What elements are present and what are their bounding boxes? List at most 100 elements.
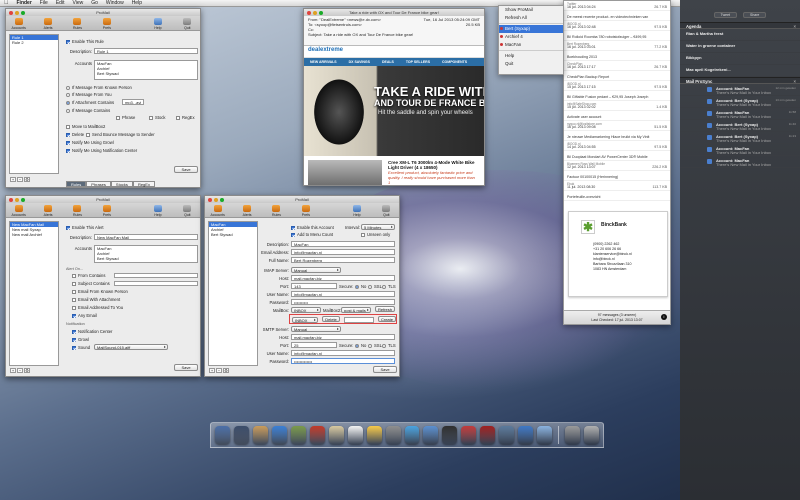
mail-list-item[interactable]: Bloemen Ross Wall Mobile 12 jul. 2013 13:… bbox=[564, 161, 670, 171]
list-item[interactable]: New mail Archief bbox=[10, 232, 58, 237]
addressed-checkbox[interactable] bbox=[72, 305, 76, 310]
dock-app-icon[interactable] bbox=[564, 426, 580, 444]
dock-app-icon[interactable] bbox=[423, 426, 439, 444]
smtp-no-radio[interactable] bbox=[355, 343, 359, 348]
unseen-row[interactable]: Unseen only bbox=[361, 232, 390, 237]
toolbar-quit-button[interactable]: Quit bbox=[179, 18, 196, 30]
new-mailbox-field[interactable] bbox=[344, 316, 374, 323]
mail-list-item[interactable]: iBOOD.nl 15 jul. 2013 17:15 97.5 KB bbox=[564, 81, 670, 91]
menu-count-row[interactable]: Add to Menu Count bbox=[291, 232, 333, 237]
phrase-checkbox[interactable] bbox=[116, 115, 120, 120]
mailbox2-popup[interactable]: post & mails bbox=[341, 307, 371, 313]
radio-known-person[interactable] bbox=[66, 85, 70, 90]
mail-list-item[interactable]: Activate user account bbox=[564, 111, 670, 121]
message-window-titlebar[interactable]: Take a ride with OX and Tour De France b… bbox=[304, 9, 484, 16]
alert-subject[interactable]: Subject Contains bbox=[72, 281, 110, 286]
mail-list-item[interactable]: iBOOD.nl 14 jul. 2013 04:55 97.5 KB bbox=[564, 141, 670, 151]
radio-message-contains[interactable] bbox=[66, 108, 70, 113]
dock-app-icon[interactable] bbox=[404, 426, 420, 444]
dock-app-icon[interactable] bbox=[442, 426, 458, 444]
menu-account-bert[interactable]: Bert (Syxap) bbox=[499, 25, 563, 33]
product-title[interactable]: Cree XM-L T6 3000lm 4-Mode White Bike Li… bbox=[388, 160, 474, 170]
tweet-button[interactable]: Tweet bbox=[713, 12, 737, 18]
smtp-secure-ssl[interactable]: SSL bbox=[368, 343, 382, 348]
info-icon[interactable]: i bbox=[661, 314, 667, 320]
alert-any[interactable]: Any Email bbox=[72, 313, 97, 318]
alert-known[interactable]: Email From Known Person bbox=[72, 289, 128, 294]
menu-account-macfan[interactable]: MacFan bbox=[499, 41, 563, 49]
dealextreme-logo[interactable]: dealextreme bbox=[308, 47, 343, 53]
smtp-password-field[interactable]: ••••••••••••• bbox=[291, 358, 395, 364]
action-nc[interactable]: Notify Me Using Notification Center bbox=[66, 148, 137, 153]
dock-app-icon[interactable] bbox=[233, 426, 249, 444]
secure-ssl-radio[interactable] bbox=[368, 284, 372, 289]
dock-app-icon[interactable] bbox=[347, 426, 363, 444]
bounce-checkbox[interactable] bbox=[86, 132, 90, 137]
remove-button[interactable]: − bbox=[216, 368, 222, 373]
email-field[interactable]: info@macfan.nl bbox=[291, 249, 395, 255]
mail-list-item[interactable]: Bil Giftable Fusion pedant – €29,95 Jose… bbox=[564, 91, 670, 101]
sound-popup[interactable]: MailSound-015.aiff bbox=[94, 344, 168, 350]
tab-regex[interactable]: RegEx bbox=[132, 181, 155, 187]
close-button[interactable] bbox=[9, 197, 13, 202]
mail-list-item[interactable]: nyquo.nl@lcsitstore.com 16 jul. 2013 09:0… bbox=[564, 121, 670, 131]
alerts-window-titlebar[interactable]: ProMail bbox=[6, 196, 200, 203]
save-button[interactable]: Save bbox=[174, 166, 198, 173]
from-field[interactable] bbox=[114, 273, 198, 278]
unseen-checkbox[interactable] bbox=[361, 232, 365, 237]
add-button[interactable]: + bbox=[10, 368, 16, 373]
sound-checkbox[interactable] bbox=[72, 345, 76, 350]
enable-alert-row[interactable]: Enable This Alert bbox=[66, 225, 104, 230]
mail-list-item[interactable]: Portefeuille-overzicht bbox=[564, 191, 670, 201]
notification-item[interactable]: Account: Bert (Syxap) There's New Mail in… bbox=[680, 132, 800, 144]
tab-stocks[interactable]: Stocks bbox=[110, 181, 133, 187]
alerts-list[interactable]: New MacFan Mail New mail Syxap New mail … bbox=[9, 221, 59, 366]
toolbar-rules-button[interactable]: Rules bbox=[268, 205, 285, 217]
rules-list[interactable]: Rule 1 Rule 2 bbox=[9, 34, 59, 174]
description-field[interactable]: MacFan bbox=[291, 241, 395, 247]
any-checkbox[interactable] bbox=[72, 313, 76, 318]
toolbar-quit-button[interactable]: Quit bbox=[378, 205, 395, 217]
dock-app-icon[interactable] bbox=[518, 426, 534, 444]
create-mailbox-button[interactable]: Create bbox=[378, 316, 396, 322]
dock-app-icon[interactable] bbox=[215, 426, 230, 444]
close-button[interactable] bbox=[9, 10, 13, 15]
mail-list-item[interactable]: Twitter 16 jul. 2013 04:24 26.7 KB bbox=[564, 1, 670, 11]
menu-view[interactable]: View bbox=[72, 0, 83, 6]
nav-link[interactable]: DEALS bbox=[382, 58, 394, 66]
description-field[interactable]: Rule 1 bbox=[94, 48, 198, 54]
radio-from-you[interactable] bbox=[66, 92, 70, 97]
subject-checkbox[interactable] bbox=[72, 281, 76, 286]
toolbar-prefs-button[interactable]: Prefs bbox=[297, 205, 314, 217]
dock-app-icon[interactable] bbox=[252, 426, 268, 444]
zoom-button[interactable] bbox=[21, 10, 25, 15]
dock-app-icon[interactable] bbox=[328, 426, 344, 444]
list-item[interactable]: Rule 2 bbox=[10, 40, 58, 45]
smtp-secure-tls[interactable]: TLS bbox=[382, 343, 396, 348]
toolbar-alerts-button[interactable]: Alerts bbox=[39, 18, 56, 30]
nav-link[interactable]: NEW ARRIVALS bbox=[310, 58, 337, 66]
secure-no-radio[interactable] bbox=[355, 284, 359, 289]
smtp-host-field[interactable]: mail.macfan.biz bbox=[291, 334, 395, 340]
growl-checkbox[interactable] bbox=[72, 337, 76, 342]
description-field[interactable]: New MacFan Mail bbox=[94, 234, 198, 240]
menu-account-archief[interactable]: Archief 4 bbox=[499, 33, 563, 41]
mail-list-item[interactable]: info@SafeShop.com 15 jul. 2013 02:02 1.4 K… bbox=[564, 101, 670, 111]
account-list[interactable]: MacFan Archief Bert Stywad bbox=[208, 221, 258, 366]
option-attachment[interactable]: If Attachment Contains bbox=[66, 100, 114, 105]
password-field[interactable]: •••••••••• bbox=[291, 299, 395, 305]
dock-app-icon[interactable] bbox=[583, 426, 599, 444]
notify-sound[interactable]: Sound bbox=[72, 345, 90, 350]
minimize-button[interactable] bbox=[15, 197, 19, 202]
mail-list-item[interactable]: Bil Duoplaat Mondart AV PowerCenter 3D® … bbox=[564, 151, 670, 161]
regex-checkbox[interactable] bbox=[176, 115, 180, 120]
attachment-field[interactable]: mp3, .avi bbox=[122, 99, 144, 105]
dock-app-icon[interactable] bbox=[461, 426, 477, 444]
smtp-popup[interactable]: Manual bbox=[291, 326, 341, 332]
accounts-window-titlebar[interactable]: ProMail bbox=[205, 196, 399, 203]
notification-item[interactable]: Account: MacFan There's New Mail in Your … bbox=[680, 156, 800, 168]
port-field[interactable]: 143 bbox=[291, 283, 337, 289]
imap-popup[interactable]: Manual bbox=[291, 267, 341, 273]
enable-rule-row[interactable]: Enable This Rule bbox=[66, 39, 104, 44]
smtp-port-field[interactable]: 25 bbox=[291, 342, 337, 348]
